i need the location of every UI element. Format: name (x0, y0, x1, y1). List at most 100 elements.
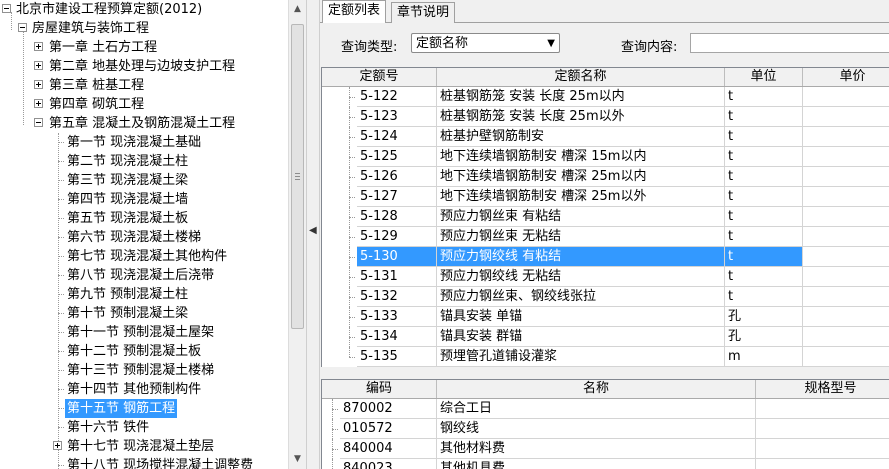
table-row[interactable]: 5-125 地下连续墙钢筋制安 槽深 15m以内 t (322, 147, 889, 167)
cell-spec[interactable] (756, 399, 889, 419)
cell-spec[interactable] (756, 419, 889, 439)
cell-price[interactable] (803, 167, 889, 187)
cell-name[interactable]: 桩基钢筋笼 安装 长度 25m以内 (437, 87, 725, 107)
cell-code[interactable]: 010572 (340, 419, 437, 439)
cell-unit[interactable]: 孔 (725, 307, 803, 327)
tab-chapter-notes[interactable]: 章节说明 (391, 2, 456, 23)
cell-name[interactable]: 钢绞线 (437, 419, 756, 439)
cell-unit[interactable]: t (725, 247, 803, 267)
query-content-input[interactable] (690, 33, 889, 53)
cell-name[interactable]: 桩基护壁钢筋制安 (437, 127, 725, 147)
table-row[interactable]: 5-126 地下连续墙钢筋制安 槽深 25m以内 t (322, 167, 889, 187)
cell-code[interactable]: 840023 (340, 459, 437, 469)
cell-unit[interactable]: t (725, 147, 803, 167)
cell-name[interactable]: 锚具安装 群锚 (437, 327, 725, 347)
table-row[interactable]: 5-127 地下连续墙钢筋制安 槽深 25m以外 t (322, 187, 889, 207)
cell-unit[interactable]: t (725, 187, 803, 207)
cell-price[interactable] (803, 267, 889, 287)
cell-unit[interactable]: t (725, 267, 803, 287)
table-row[interactable]: 5-135 预埋管孔道铺设灌浆 m (322, 347, 889, 367)
cell-unit[interactable]: t (725, 207, 803, 227)
scrollbar-thumb[interactable] (291, 24, 304, 329)
table-row[interactable]: 5-133 锚具安装 单锚孔 (322, 307, 889, 327)
cell-unit[interactable]: t (725, 287, 803, 307)
cell-name[interactable]: 地下连续墙钢筋制安 槽深 25m以内 (437, 167, 725, 187)
col-header-price[interactable]: 单价 (803, 68, 889, 86)
cell-code[interactable]: 5-134 (357, 327, 437, 347)
cell-price[interactable] (803, 187, 889, 207)
col-header-unit[interactable]: 单位 (725, 68, 803, 86)
tree-scrollbar[interactable]: ▲ ▼ (288, 0, 306, 469)
table-row[interactable]: 5-124 桩基护壁钢筋制安 t (322, 127, 889, 147)
cell-code[interactable]: 5-130 (357, 247, 437, 267)
cell-price[interactable] (803, 147, 889, 167)
pane-splitter[interactable]: ◀ (306, 0, 320, 469)
cell-name[interactable]: 预应力钢绞线 无粘结 (437, 267, 725, 287)
tab-quota-list[interactable]: 定额列表 (322, 0, 387, 23)
expand-icon[interactable] (34, 61, 43, 70)
table-row[interactable]: 5-123 桩基钢筋笼 安装 长度 25m以外 t (322, 107, 889, 127)
cell-price[interactable] (803, 227, 889, 247)
table-row[interactable]: 870002 综合工日 (322, 399, 889, 419)
cell-spec[interactable] (756, 439, 889, 459)
cell-code[interactable]: 5-131 (357, 267, 437, 287)
scroll-up-arrow-icon[interactable]: ▲ (290, 2, 305, 17)
scroll-down-arrow-icon[interactable]: ▼ (290, 452, 305, 467)
cell-price[interactable] (803, 327, 889, 347)
cell-name[interactable]: 预应力钢绞线 有粘结 (437, 247, 725, 267)
table-row[interactable]: 5-122 桩基钢筋笼 安装 长度 25m以内 t (322, 87, 889, 107)
cell-code[interactable]: 870002 (340, 399, 437, 419)
expand-icon[interactable] (34, 99, 43, 108)
cell-name[interactable]: 预应力钢丝束 有粘结 (437, 207, 725, 227)
cell-name[interactable]: 地下连续墙钢筋制安 槽深 15m以内 (437, 147, 725, 167)
expand-icon[interactable] (34, 80, 43, 89)
table-row[interactable]: 5-132 预应力钢丝束、钢绞线张拉 t (322, 287, 889, 307)
table-row[interactable]: 840004 其他材料费 (322, 439, 889, 459)
table-row[interactable]: 5-131 预应力钢绞线 无粘结 t (322, 267, 889, 287)
cell-price[interactable] (803, 107, 889, 127)
query-type-select[interactable]: 定额名称 ▼ (411, 33, 560, 53)
table-row[interactable]: 5-128 预应力钢丝束 有粘结 t (322, 207, 889, 227)
cell-unit[interactable]: 孔 (725, 327, 803, 347)
cell-name[interactable]: 锚具安装 单锚 (437, 307, 725, 327)
cell-unit[interactable]: t (725, 227, 803, 247)
cell-code[interactable]: 5-122 (357, 87, 437, 107)
cell-code[interactable]: 5-127 (357, 187, 437, 207)
cell-name[interactable]: 综合工日 (437, 399, 756, 419)
cell-unit[interactable]: t (725, 107, 803, 127)
expand-icon[interactable] (53, 441, 62, 450)
cell-unit[interactable]: t (725, 167, 803, 187)
col-header-code[interactable]: 定额号 (322, 68, 437, 86)
cell-code[interactable]: 5-123 (357, 107, 437, 127)
cell-code[interactable]: 5-124 (357, 127, 437, 147)
cell-code[interactable]: 5-129 (357, 227, 437, 247)
expand-icon[interactable] (34, 42, 43, 51)
collapse-icon[interactable] (2, 4, 11, 13)
collapse-left-arrow-icon[interactable]: ◀ (309, 225, 317, 236)
cell-code[interactable]: 840004 (340, 439, 437, 459)
cell-price[interactable] (803, 127, 889, 147)
col-header-code[interactable]: 编码 (322, 380, 437, 398)
cell-code[interactable]: 5-128 (357, 207, 437, 227)
cell-name[interactable]: 预应力钢丝束、钢绞线张拉 (437, 287, 725, 307)
cell-name[interactable]: 桩基钢筋笼 安装 长度 25m以外 (437, 107, 725, 127)
col-header-name[interactable]: 定额名称 (437, 68, 725, 86)
chapter-tree[interactable]: 北京市建设工程预算定额(2012) 房屋建筑与装饰工程 第一章 土石方工程 第二章… (0, 0, 288, 469)
cell-code[interactable]: 5-125 (357, 147, 437, 167)
col-header-spec[interactable]: 规格型号 (756, 380, 889, 398)
cell-price[interactable] (803, 307, 889, 327)
table-row[interactable]: 5-130 预应力钢绞线 有粘结 t (322, 247, 889, 267)
quota-table[interactable]: 定额号 定额名称 单位 单价 5-122 桩基钢筋笼 安装 长度 25m以内 t 5-… (321, 67, 889, 368)
cell-price[interactable] (803, 207, 889, 227)
cell-code[interactable]: 5-135 (357, 347, 437, 367)
cell-unit[interactable]: t (725, 127, 803, 147)
cell-name[interactable]: 其他材料费 (437, 439, 756, 459)
table-row[interactable]: 010572 钢绞线 (322, 419, 889, 439)
cell-unit[interactable]: m (725, 347, 803, 367)
table-row[interactable]: 5-129 预应力钢丝束 无粘结 t (322, 227, 889, 247)
cell-name[interactable]: 预应力钢丝束 无粘结 (437, 227, 725, 247)
cell-code[interactable]: 5-132 (357, 287, 437, 307)
cell-price[interactable] (803, 347, 889, 367)
cell-price[interactable] (803, 247, 889, 267)
col-header-name[interactable]: 名称 (437, 380, 756, 398)
